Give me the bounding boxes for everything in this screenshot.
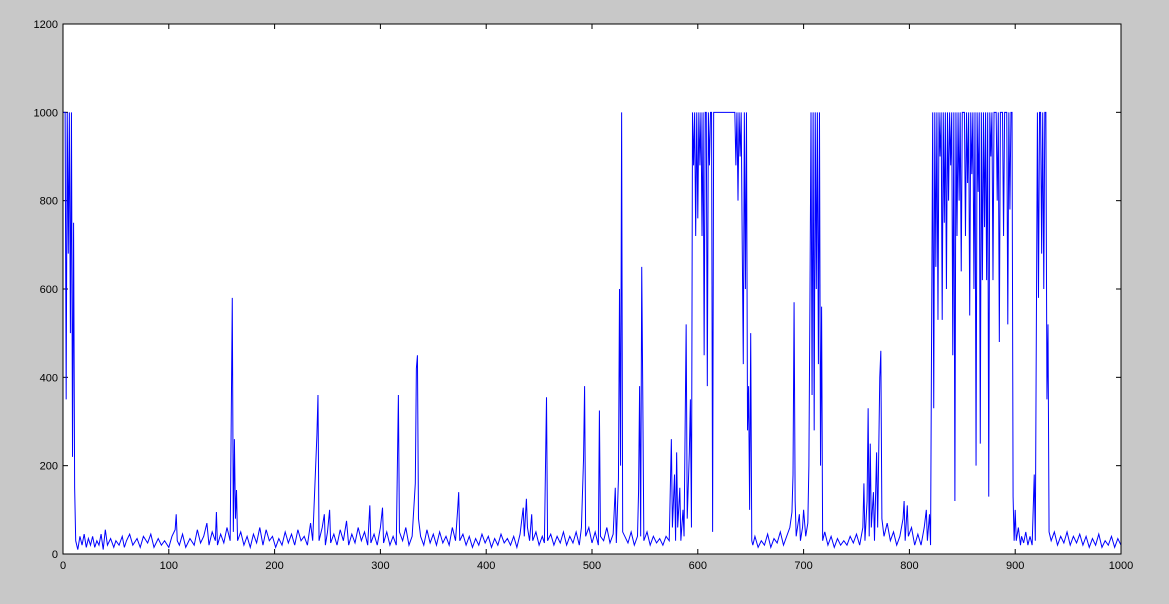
x-tick-label: 1000 <box>1109 560 1133 572</box>
y-tick-label: 800 <box>40 196 58 208</box>
y-tick-label: 600 <box>40 284 58 296</box>
x-tick-label: 100 <box>160 560 178 572</box>
x-tick-label: 900 <box>1006 560 1024 572</box>
y-tick-label: 200 <box>40 461 58 473</box>
x-tick-label: 300 <box>371 560 389 572</box>
figure-canvas: 0 100 200 300 400 500 600 700 800 900 1000 0 200 400… <box>0 0 1169 604</box>
y-tick-label: 0 <box>52 549 58 561</box>
x-tick-label: 0 <box>60 560 66 572</box>
axes-background <box>63 24 1121 554</box>
x-tick-label: 700 <box>794 560 812 572</box>
x-tick-label: 400 <box>477 560 495 572</box>
y-tick-label: 1200 <box>34 19 58 31</box>
x-tick-label: 800 <box>900 560 918 572</box>
y-tick-label: 1000 <box>34 107 58 119</box>
y-tick-label: 400 <box>40 372 58 384</box>
x-tick-label: 500 <box>583 560 601 572</box>
x-tick-label: 600 <box>689 560 707 572</box>
x-tick-label: 200 <box>265 560 283 572</box>
